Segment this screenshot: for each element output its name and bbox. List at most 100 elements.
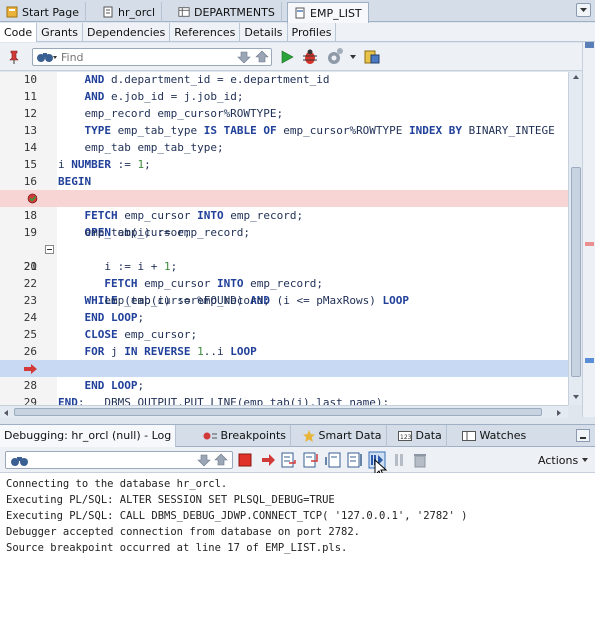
minimize-panel-button[interactable] [576, 429, 590, 442]
doc-tab-label: DEPARTMENTS [194, 5, 275, 19]
overview-marker [585, 358, 594, 363]
code-line[interactable]: 15 i NUMBER := 1; [0, 156, 568, 173]
find-next-icon[interactable] [196, 452, 212, 468]
overview-ruler[interactable] [582, 42, 595, 417]
execution-point-arrow-icon [24, 364, 37, 374]
tab-list-dropdown[interactable] [576, 3, 591, 17]
debug-log-output[interactable]: Connecting to the database hr_orcl. Exec… [0, 473, 595, 628]
document-tab-bar: Start Page hr_orcl DEPARTMENTS EMP_LIST [0, 0, 595, 23]
debug-tab-bar: Debugging: hr_orcl (null) - Log Breakpoi… [0, 424, 595, 447]
tab-breakpoints[interactable]: Breakpoints [197, 425, 291, 447]
doc-tab-start-page[interactable]: Start Page [0, 2, 86, 22]
doc-tab-departments[interactable]: DEPARTMENTS [172, 2, 282, 22]
code-line[interactable]: 18 FETCH emp_cursor INTO emp_record; [0, 207, 568, 224]
code-line[interactable]: 19 emp_tab(i) := emp_record; [0, 224, 568, 241]
overview-marker [585, 242, 594, 246]
log-line: Executing PL/SQL: ALTER SESSION SET PLSQ… [6, 494, 335, 506]
code-line-breakpoint[interactable]: OPEN emp_cursor; [0, 190, 568, 239]
code-line[interactable]: 24 END LOOP; [0, 309, 568, 326]
collapse-fold-icon[interactable] [45, 245, 54, 254]
step-out-icon[interactable] [324, 451, 342, 469]
garbage-collect-icon[interactable] [412, 452, 428, 468]
editor-subtab-bar: Code Grants Dependencies References Deta… [0, 23, 595, 42]
log-line: Executing PL/SQL: CALL DBMS_DEBUG_JDWP.C… [6, 510, 468, 522]
editor-vertical-scrollbar[interactable] [568, 72, 582, 405]
doc-tab-label: EMP_LIST [310, 6, 362, 20]
run-icon[interactable] [279, 49, 295, 65]
breakpoint-icon[interactable] [27, 193, 38, 204]
terminate-icon[interactable] [237, 452, 253, 468]
debug-bug-icon[interactable] [301, 48, 319, 66]
code-line[interactable]: 13 TYPE emp_tab_type IS TABLE OF emp_cur… [0, 122, 568, 139]
tab-grants[interactable]: Grants [37, 23, 83, 42]
pause-icon[interactable] [391, 452, 407, 468]
scroll-up-icon[interactable] [572, 74, 580, 80]
code-line[interactable]: 10 AND d.department_id = e.department_id [0, 72, 568, 88]
find-previous-icon[interactable] [254, 49, 270, 65]
code-line[interactable]: 22 FETCH emp_cursor INTO emp_record; [0, 275, 568, 292]
code-line[interactable]: 26 FOR j IN REVERSE 1..i LOOP [0, 343, 568, 360]
editor-toolbar [0, 43, 595, 71]
tab-smart-data[interactable]: Smart Data [297, 425, 387, 447]
code-line[interactable]: 28 END LOOP; [0, 377, 568, 394]
find-execution-point-icon[interactable] [260, 452, 276, 468]
code-line[interactable]: 23 emp_tab(i) := emp_record; [0, 292, 568, 309]
doc-tab-emp-list[interactable]: EMP_LIST [287, 2, 369, 23]
code-line[interactable]: 12 emp_record emp_cursor%ROWTYPE; [0, 105, 568, 122]
doc-tab-hr-orcl[interactable]: hr_orcl [96, 2, 163, 22]
step-over-icon[interactable] [280, 451, 298, 469]
connection-icon [103, 6, 113, 18]
code-line[interactable]: 14 emp_tab emp_tab_type; [0, 139, 568, 156]
log-line: Connecting to the database hr_orcl. [6, 478, 228, 490]
scrollbar-thumb[interactable] [14, 408, 542, 416]
data-icon: 123 [398, 431, 412, 441]
code-line-current-execution[interactable]: DBMS_OUTPUT.PUT_LINE(emp_tab(j).last_nam… [0, 360, 568, 405]
pin-icon[interactable] [6, 49, 22, 65]
tab-profiles[interactable]: Profiles [288, 23, 337, 42]
gear-icon[interactable] [323, 46, 345, 68]
tab-details[interactable]: Details [240, 23, 288, 42]
scroll-left-icon[interactable] [3, 409, 9, 417]
chevron-down-icon[interactable] [349, 53, 357, 61]
tab-data[interactable]: 123 Data [392, 425, 447, 447]
code-line[interactable]: 20 WHILE (emp_cursor%FOUND) AND (i <= pM… [0, 241, 568, 307]
code-line[interactable]: 29 END; [0, 394, 568, 405]
scroll-right-icon[interactable] [556, 409, 562, 417]
tab-debug-log[interactable]: Debugging: hr_orcl (null) - Log [0, 425, 177, 447]
code-line[interactable]: 25 CLOSE emp_cursor; [0, 326, 568, 343]
editor-horizontal-scrollbar[interactable] [0, 405, 568, 418]
log-line: Source breakpoint occurred at line 17 of… [6, 542, 348, 554]
tab-dependencies[interactable]: Dependencies [83, 23, 171, 42]
tab-code[interactable]: Code [0, 23, 38, 42]
scrollbar-thumb[interactable] [571, 167, 581, 377]
compile-icon[interactable] [363, 48, 381, 66]
step-into-icon[interactable] [302, 451, 320, 469]
minimize-icon [580, 437, 586, 439]
log-line: Debugger accepted connection from databa… [6, 526, 361, 538]
scroll-down-icon[interactable] [572, 394, 580, 400]
svg-text:123: 123 [400, 434, 412, 441]
chevron-down-icon [580, 8, 587, 12]
chevron-down-icon [582, 458, 589, 462]
code-line[interactable]: 11 AND e.job_id = j.job_id; [0, 88, 568, 105]
breakpoints-icon [203, 432, 217, 440]
find-next-icon[interactable] [236, 49, 252, 65]
code-editor[interactable]: 10 AND d.department_id = e.department_id… [0, 72, 568, 405]
overview-marker [585, 42, 594, 48]
code-line[interactable]: 16 BEGIN [0, 173, 568, 190]
binoculars-icon [11, 457, 28, 466]
table-icon [178, 7, 190, 17]
find-input[interactable] [61, 50, 201, 64]
binoculars-icon [37, 53, 57, 62]
find-previous-icon[interactable] [213, 452, 229, 468]
watches-icon [462, 431, 476, 441]
debug-toolbar: Actions [0, 447, 595, 479]
actions-menu-button[interactable]: Actions [538, 453, 589, 467]
doc-tab-label: Start Page [22, 5, 79, 19]
tab-watches[interactable]: Watches [456, 425, 530, 447]
log-find-field[interactable] [5, 451, 233, 469]
tab-references[interactable]: References [170, 23, 241, 42]
find-field[interactable] [32, 48, 272, 66]
code-line[interactable]: 21 i := i + 1; [0, 258, 568, 275]
step-to-end-icon[interactable] [346, 451, 364, 469]
